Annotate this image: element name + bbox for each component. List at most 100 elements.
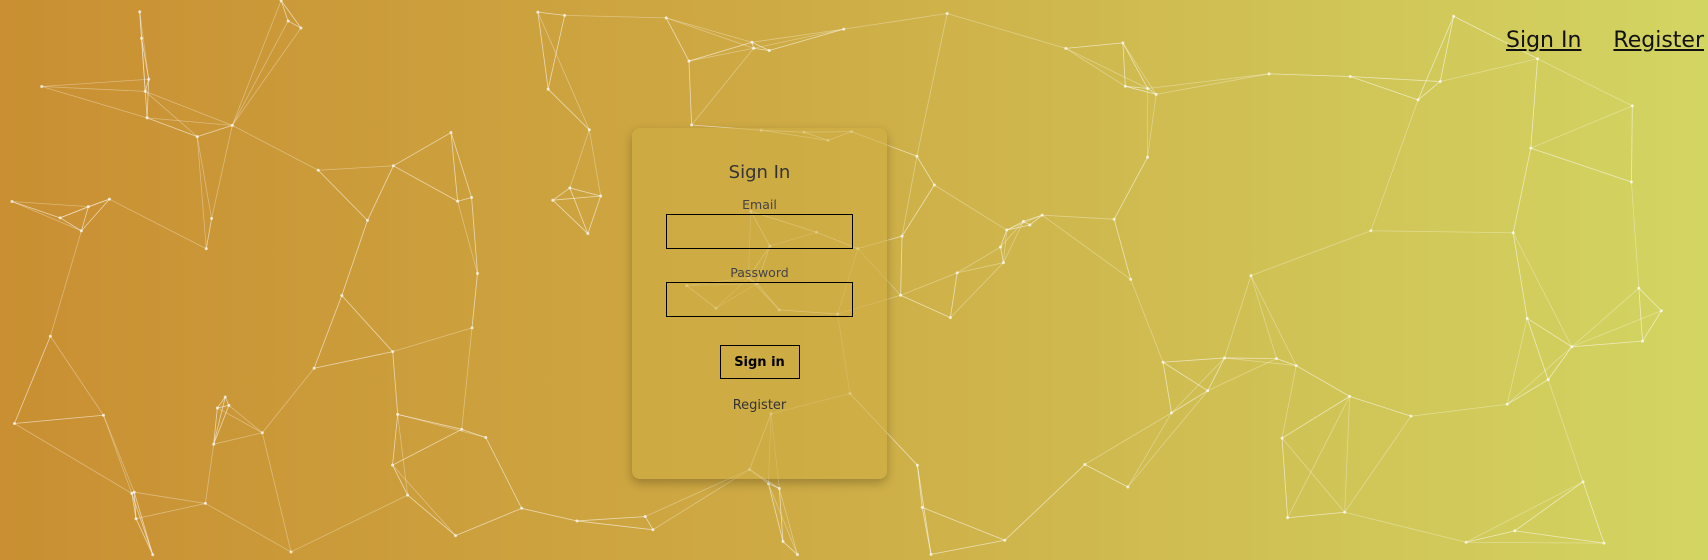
network-line [393, 165, 458, 202]
network-line [139, 11, 150, 80]
network-node [40, 84, 44, 88]
network-line [1065, 48, 1126, 87]
network-line [1631, 181, 1640, 289]
network-line [1642, 310, 1662, 342]
network-line [392, 464, 408, 496]
network-node [1409, 414, 1413, 418]
network-node [1154, 92, 1158, 96]
network-line [261, 432, 292, 553]
network-line [1295, 365, 1350, 397]
network-line [1113, 219, 1132, 280]
network-line [1370, 230, 1514, 234]
network-node [203, 501, 207, 505]
network-line [14, 414, 104, 424]
network-line [1250, 275, 1277, 359]
network-node [568, 186, 572, 190]
network-line [213, 396, 226, 445]
network-line [1506, 318, 1528, 405]
network-line [317, 169, 368, 221]
network-line [59, 206, 89, 219]
network-line [1349, 395, 1412, 417]
network-node [48, 334, 52, 338]
network-line [1526, 317, 1573, 348]
sign-in-button[interactable]: Sign in [719, 345, 800, 379]
network-line [1006, 214, 1043, 231]
network-node [1369, 229, 1373, 233]
password-input[interactable] [666, 282, 853, 317]
network-line [1041, 214, 1131, 280]
network-line [392, 414, 399, 466]
network-node [1003, 538, 1007, 542]
network-line [41, 78, 149, 87]
network-line [145, 90, 233, 126]
network-line [1571, 340, 1643, 348]
network-node [1286, 516, 1290, 520]
network-line [947, 13, 1066, 49]
network-node [546, 87, 550, 91]
network-line [537, 11, 565, 16]
network-line [318, 165, 394, 171]
network-line [147, 117, 233, 126]
network-node [1452, 14, 1456, 18]
nav-sign-in-link[interactable]: Sign In [1506, 28, 1581, 53]
network-line [949, 272, 958, 318]
network-line [564, 15, 667, 19]
network-node [945, 11, 949, 15]
password-label: Password [730, 265, 789, 280]
network-line [521, 507, 578, 522]
network-line [1287, 396, 1350, 518]
network-line [1530, 105, 1633, 149]
network-line [569, 187, 601, 197]
network-line [135, 503, 206, 520]
network-line [1344, 511, 1467, 543]
network-line [587, 195, 602, 234]
network-line [778, 488, 798, 555]
network-line [843, 13, 948, 30]
network-line [1250, 230, 1372, 276]
network-line [341, 220, 368, 296]
network-line [552, 187, 571, 201]
network-line [569, 129, 590, 189]
network-node [101, 413, 105, 417]
network-line [1084, 412, 1172, 465]
network-line [1281, 365, 1297, 439]
email-input[interactable] [666, 214, 853, 249]
network-node [1040, 213, 1044, 217]
network-line [1512, 148, 1532, 233]
network-line [1571, 310, 1662, 348]
register-link[interactable]: Register [632, 398, 887, 413]
network-line [1207, 357, 1225, 391]
network-line [461, 428, 486, 438]
network-line [393, 132, 452, 167]
network-line [1224, 275, 1252, 359]
network-node [470, 195, 474, 199]
network-line [397, 413, 462, 430]
network-line [1582, 481, 1605, 544]
network-line [1156, 73, 1270, 95]
network-line [1000, 221, 1024, 248]
network-node [752, 46, 756, 50]
network-line [1207, 358, 1277, 392]
network-line [1537, 58, 1633, 107]
network-line [290, 494, 408, 553]
network-line [211, 125, 233, 219]
network-line [950, 262, 1004, 318]
network-line [1162, 362, 1172, 413]
network-node [470, 326, 474, 330]
network-line [471, 273, 478, 328]
network-line [1000, 246, 1004, 263]
network-line [900, 272, 958, 296]
network-node [210, 217, 214, 221]
network-line [231, 27, 302, 126]
network-line [1065, 42, 1123, 49]
network-line [1127, 390, 1208, 488]
network-line [916, 13, 948, 157]
network-line [576, 520, 654, 531]
network-node [289, 550, 293, 554]
network-line [205, 444, 215, 504]
network-line [41, 86, 146, 92]
network-line [392, 428, 462, 466]
nav-register-link[interactable]: Register [1613, 28, 1704, 53]
network-line [1440, 58, 1538, 82]
network-node [58, 216, 62, 220]
